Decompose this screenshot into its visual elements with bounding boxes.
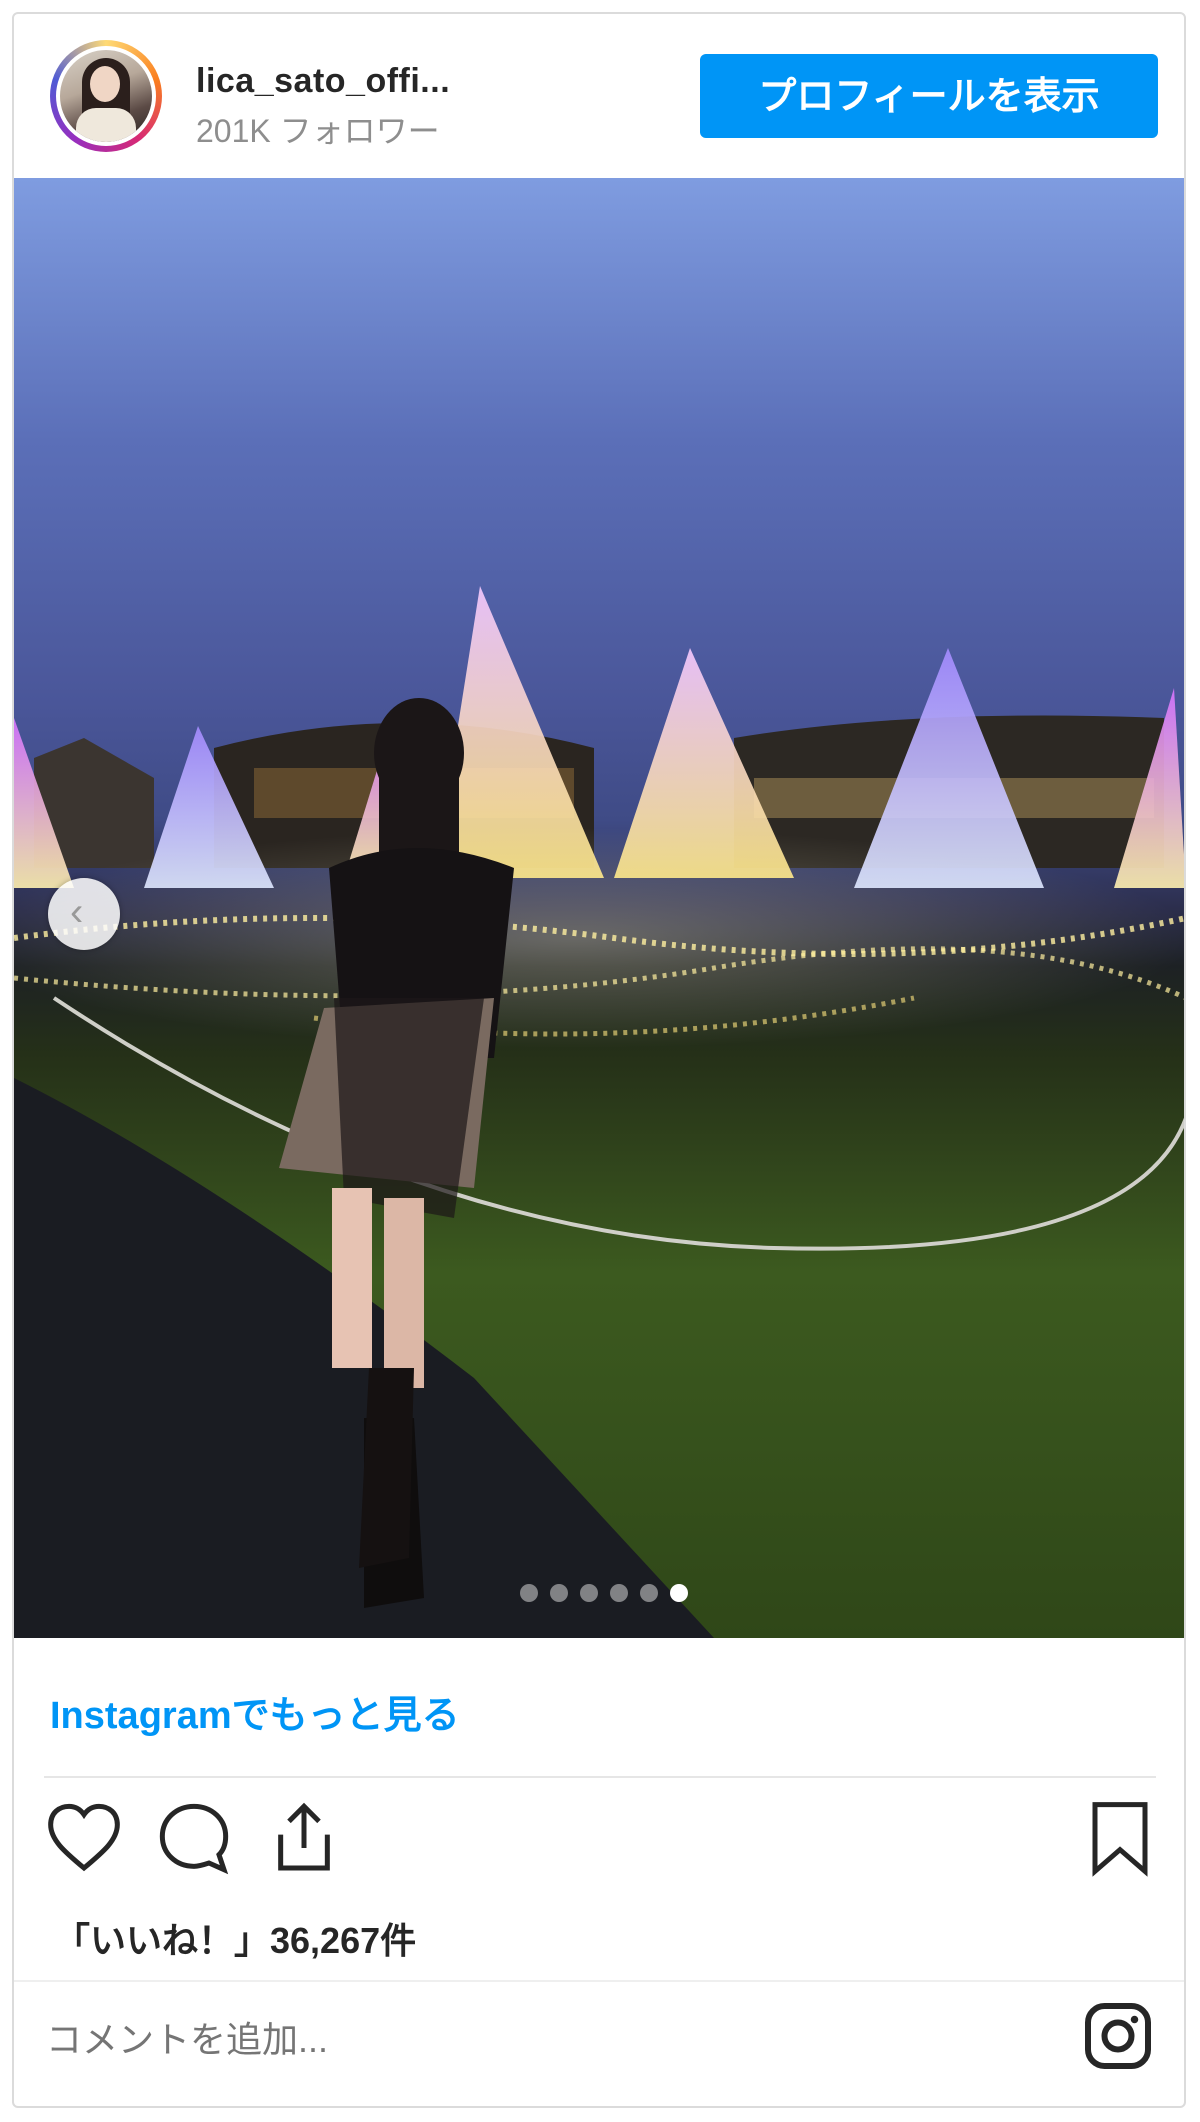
- divider: [44, 1776, 1156, 1778]
- photo-scene: [14, 586, 1184, 1638]
- avatar-photo: [56, 46, 156, 146]
- username[interactable]: lica_sato_offi...: [196, 62, 450, 101]
- carousel-dot: [610, 1584, 628, 1602]
- carousel-dot: [580, 1584, 598, 1602]
- comment-icon[interactable]: [154, 1798, 234, 1878]
- follower-count: 201K フォロワー: [196, 113, 440, 149]
- divider: [14, 1980, 1184, 1982]
- carousel-dot: [640, 1584, 658, 1602]
- share-icon[interactable]: [264, 1798, 344, 1878]
- view-more-on-instagram-link[interactable]: Instagramでもっと見る: [50, 1684, 460, 1739]
- carousel-dot: [550, 1584, 568, 1602]
- carousel-dot: [520, 1584, 538, 1602]
- carousel-prev-button[interactable]: ‹: [48, 878, 120, 950]
- carousel-indicator: [520, 1584, 688, 1602]
- heart-icon[interactable]: [44, 1798, 124, 1878]
- post-header: lica_sato_offi... 201K フォロワー プロフィールを表示: [14, 14, 1184, 178]
- carousel-dot-active: [670, 1584, 688, 1602]
- post-photo[interactable]: ‹: [14, 178, 1184, 1638]
- avatar[interactable]: [50, 40, 162, 152]
- instagram-embed-card: lica_sato_offi... 201K フォロワー プロフィールを表示 ‹…: [12, 12, 1186, 2108]
- chevron-left-icon: ‹: [70, 890, 84, 934]
- bookmark-icon[interactable]: [1080, 1798, 1160, 1878]
- like-count: 「いいね！」36,267件: [54, 1920, 417, 1961]
- instagram-icon[interactable]: [1082, 2000, 1154, 2072]
- comment-input[interactable]: [44, 2004, 1048, 2076]
- view-profile-button[interactable]: プロフィールを表示: [700, 54, 1158, 138]
- action-bar: [14, 1798, 1184, 1888]
